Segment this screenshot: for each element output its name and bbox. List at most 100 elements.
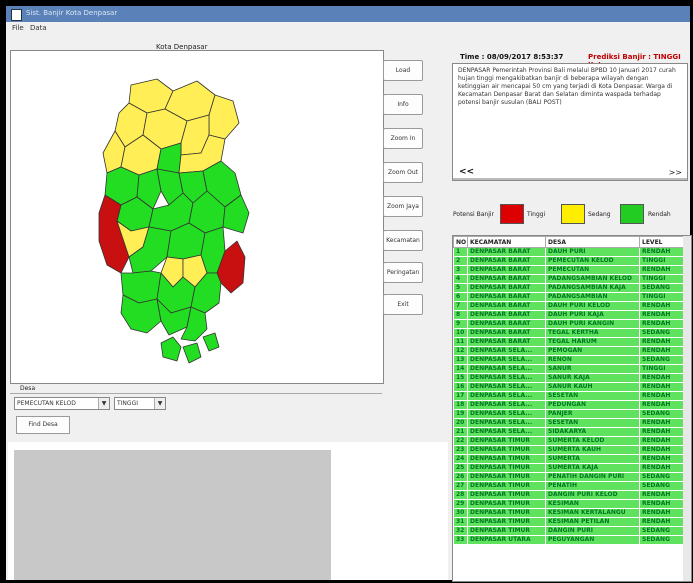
table-row[interactable]: 29 DENPASAR TIMUR KESIMAN RENDAH (453, 499, 688, 509)
load-button[interactable]: Load (383, 60, 423, 81)
cell-no: 3 (453, 265, 468, 275)
cell-no: 11 (453, 337, 468, 347)
table-row[interactable]: 30 DENPASAR TIMUR KESIMAN KERTALANGU RENDAH (453, 508, 688, 518)
cell-level: RENDAH (639, 517, 688, 527)
table-row[interactable]: 17 DENPASAR SELA... SESETAN RENDAH (453, 391, 688, 401)
table-row[interactable]: 11 DENPASAR BARAT TEGAL HARUM RENDAH (453, 337, 688, 347)
cell-desa: SESETAN (545, 418, 640, 428)
table-row[interactable]: 23 DENPASAR TIMUR SUMERTA KAUH RENDAH (453, 445, 688, 455)
cell-kecamatan: DENPASAR TIMUR (467, 508, 546, 518)
kecamatan-button[interactable]: Kecamatan (383, 230, 423, 251)
info-button[interactable]: Info (383, 94, 423, 115)
cell-level: SEDANG (639, 328, 688, 338)
cell-kecamatan: DENPASAR BARAT (467, 337, 546, 347)
legend-label-medium: Sedang (588, 211, 611, 218)
table-row[interactable]: 28 DENPASAR TIMUR DANGIN PURI KELOD RENDAH (453, 490, 688, 500)
menu-file[interactable]: File (12, 24, 24, 32)
cell-desa: PEGUYANGAN (545, 535, 640, 545)
cell-no: 25 (453, 463, 468, 473)
table-row[interactable]: 12 DENPASAR SELA... PEMOGAN RENDAH (453, 346, 688, 356)
table-row[interactable]: 14 DENPASAR SELA... SANUR TINGGI (453, 364, 688, 374)
table-row[interactable]: 19 DENPASAR SELA... PANJER SEDANG (453, 409, 688, 419)
exit-button[interactable]: Exit (383, 294, 423, 315)
chevron-down-icon[interactable]: ▼ (154, 398, 165, 409)
cell-desa: SANUR KAJA (545, 373, 640, 383)
cell-level: RENDAH (639, 463, 688, 473)
zoom-out-button[interactable]: Zoom Out (383, 162, 423, 183)
denpasar-map[interactable] (11, 51, 383, 383)
table-row[interactable]: 24 DENPASAR TIMUR SUMERTA RENDAH (453, 454, 688, 464)
cell-no: 33 (453, 535, 468, 545)
desa-select[interactable]: PEMECUTAN KELOD ▼ (14, 397, 110, 410)
cell-kecamatan: DENPASAR SELA... (467, 346, 546, 356)
cell-no: 14 (453, 364, 468, 374)
table-row[interactable]: 6 DENPASAR BARAT PADANGSAMBIAN TINGGI (453, 292, 688, 302)
cell-level: RENDAH (639, 247, 688, 257)
cell-kecamatan: DENPASAR SELA... (467, 427, 546, 437)
table-row[interactable]: 27 DENPASAR TIMUR PENATIH SEDANG (453, 481, 688, 491)
table-row[interactable]: 1 DENPASAR BARAT DAUH PURI RENDAH (453, 247, 688, 257)
table-row[interactable]: 2 DENPASAR BARAT PEMECUTAN KELOD TINGGI (453, 256, 688, 266)
zoom-in-button[interactable]: Zoom In (383, 128, 423, 149)
table-row[interactable]: 10 DENPASAR BARAT TEGAL KERTHA SEDANG (453, 328, 688, 338)
cell-desa: SUMERTA KELOD (545, 436, 640, 446)
news-next-button[interactable]: >> (669, 168, 682, 177)
table-row[interactable]: 5 DENPASAR BARAT PADANGSAMBIAN KAJA SEDANG (453, 283, 688, 293)
peringatan-button[interactable]: Peringatan (383, 262, 423, 283)
menu-data[interactable]: Data (30, 24, 47, 32)
table-row[interactable]: 22 DENPASAR TIMUR SUMERTA KELOD RENDAH (453, 436, 688, 446)
table-row[interactable]: 3 DENPASAR BARAT PEMECUTAN RENDAH (453, 265, 688, 275)
cell-kecamatan: DENPASAR SELA... (467, 382, 546, 392)
news-prev-button[interactable]: << (459, 167, 474, 177)
cell-no: 7 (453, 301, 468, 311)
table-row[interactable]: 26 DENPASAR TIMUR PENATIH DANGIN PURI SEDAN… (453, 472, 688, 482)
table-row[interactable]: 16 DENPASAR SELA... SANUR KAUH RENDAH (453, 382, 688, 392)
cell-no: 2 (453, 256, 468, 266)
cell-level: SEDANG (639, 472, 688, 482)
cell-level: RENDAH (639, 265, 688, 275)
column-header-level[interactable]: LEVEL (639, 236, 688, 248)
table-row[interactable]: 21 DENPASAR SELA... SIDAKARYA RENDAH (453, 427, 688, 437)
cell-level: SEDANG (639, 355, 688, 365)
cell-desa: SANUR (545, 364, 640, 374)
table-row[interactable]: 15 DENPASAR SELA... SANUR KAJA RENDAH (453, 373, 688, 383)
news-scrollbar[interactable] (453, 178, 687, 180)
map-panel[interactable] (10, 50, 384, 384)
table-row[interactable]: 25 DENPASAR TIMUR SUMERTA KAJA RENDAH (453, 463, 688, 473)
level-select[interactable]: TINGGI ▼ (114, 397, 166, 410)
cell-level: RENDAH (639, 373, 688, 383)
cell-desa: SUMERTA (545, 454, 640, 464)
cell-no: 23 (453, 445, 468, 455)
title-bar: Sist. Banjir Kota Denpasar (6, 6, 690, 22)
cell-level: RENDAH (639, 436, 688, 446)
cell-level: RENDAH (639, 346, 688, 356)
table-row[interactable]: 20 DENPASAR SELA... SESETAN RENDAH (453, 418, 688, 428)
table-row[interactable]: 9 DENPASAR BARAT DAUH PURI KANGIN RENDAH (453, 319, 688, 329)
cell-kecamatan: DENPASAR BARAT (467, 256, 546, 266)
cell-level: RENDAH (639, 454, 688, 464)
table-row[interactable]: 13 DENPASAR SELA... RENON SEDANG (453, 355, 688, 365)
zoom-jaya-button[interactable]: Zoom Jaya (383, 196, 423, 217)
table-row[interactable]: 33 DENPASAR UTARA PEGUYANGAN SEDANG (453, 535, 688, 545)
cell-kecamatan: DENPASAR TIMUR (467, 499, 546, 509)
table-row[interactable]: 18 DENPASAR SELA... PEDUNGAN RENDAH (453, 400, 688, 410)
cell-desa: PADANGSAMBIAN KELOD (545, 274, 640, 284)
table-scrollbar[interactable] (683, 236, 691, 581)
table-row[interactable]: 4 DENPASAR BARAT PADANGSAMBIAN KELOD TINGGI (453, 274, 688, 284)
cell-no: 29 (453, 499, 468, 509)
column-header-kecamatan[interactable]: KECAMATAN (467, 236, 546, 248)
cell-kecamatan: DENPASAR BARAT (467, 265, 546, 275)
cell-level: TINGGI (639, 274, 688, 284)
table-row[interactable]: 8 DENPASAR BARAT DAUH PURI KAJA RENDAH (453, 310, 688, 320)
chevron-down-icon[interactable]: ▼ (98, 398, 109, 409)
table-body: 1 DENPASAR BARAT DAUH PURI RENDAH 2 DENPASAR … (453, 247, 688, 545)
column-header-no[interactable]: NO (453, 236, 468, 248)
column-header-desa[interactable]: DESA (545, 236, 640, 248)
desa-table[interactable]: NO KECAMATAN DESA LEVEL 1 DENPASAR BARAT D… (452, 235, 692, 582)
find-desa-button[interactable]: Find Desa (16, 416, 70, 434)
cell-kecamatan: DENPASAR SELA... (467, 373, 546, 383)
app-window: Sist. Banjir Kota Denpasar File Data Kot… (6, 6, 692, 582)
table-row[interactable]: 7 DENPASAR BARAT DAUH PURI KELOD RENDAH (453, 301, 688, 311)
table-row[interactable]: 32 DENPASAR TIMUR DANGIN PURI SEDANG (453, 526, 688, 536)
table-row[interactable]: 31 DENPASAR TIMUR KESIMAN PETILAN RENDAH (453, 517, 688, 527)
